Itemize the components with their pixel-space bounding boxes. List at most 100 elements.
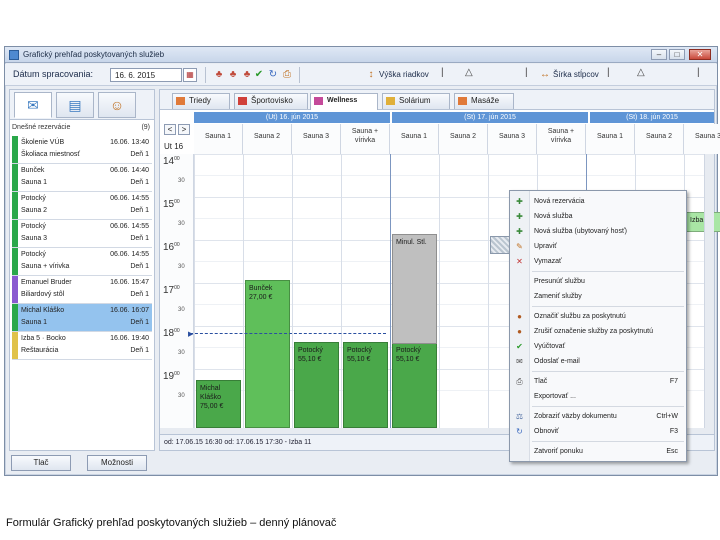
column-line (341, 154, 342, 432)
tab-4[interactable]: Solárium (382, 93, 450, 109)
menu-item-label: Zobraziť väzby dokumentu (534, 413, 617, 420)
reservations-header-label: Dnešné rezervácie (12, 124, 71, 131)
date-input[interactable]: 16. 6. 2015 (110, 68, 182, 82)
row-height-slider-end[interactable]: | (525, 67, 528, 78)
context-menu-item[interactable]: Exportovať ... (510, 390, 686, 404)
vertical-scrollbar[interactable] (704, 154, 714, 428)
context-menu-item[interactable]: ✚ Nová služba (ubytovaný hosť) (510, 225, 686, 239)
row-height-icon: ↕ (368, 69, 374, 80)
context-menu-item[interactable]: ↻ Obnoviť F3 (510, 425, 686, 439)
hour-minutes: 00 (174, 242, 180, 248)
minimize-button[interactable]: – (651, 49, 667, 60)
row-height-slider-start[interactable]: | (441, 67, 444, 78)
left-panel-tabs: ✉ ▤ ☺ (10, 90, 154, 120)
close-button[interactable]: ✕ (689, 49, 711, 60)
booking-block[interactable]: Izba 11 (686, 212, 720, 232)
day-header-2: (St) 17. jún 2015 (392, 112, 588, 123)
refresh-icon[interactable]: ↻ (267, 69, 279, 81)
print-button[interactable]: Tlač (11, 455, 71, 471)
column-header-label: Sauna 2 (253, 133, 281, 140)
column-header-label: Sauna 3 (498, 133, 526, 140)
context-menu: ✚ Nová rezervácia ✚ Nová služba ✚ Nová služba… (509, 190, 687, 462)
col-width-slider-start[interactable]: | (607, 67, 610, 78)
menu-item-label: Upraviť (534, 243, 557, 250)
remove-guest-icon[interactable]: ♣ (241, 69, 253, 81)
hour-minutes: 00 (174, 371, 180, 377)
tab-icon (238, 97, 247, 105)
booking-block[interactable]: Potocký 55,10 € (294, 342, 339, 428)
context-menu-item[interactable]: ✚ Nová rezervácia (510, 195, 686, 209)
reservation-item[interactable]: Potocký 06.06. 14:55 Sauna + vírivka Deň 1 (12, 248, 152, 276)
reservation-item[interactable]: Bunček 06.06. 14:40 Sauna 1 Deň 1 (12, 164, 152, 192)
booking-block[interactable]: Michal Kláško 75,00 € (196, 380, 241, 428)
column-header-label: Sauna + vírivka (351, 128, 379, 144)
menu-item-label: Nová služba (ubytovaný hosť) (534, 228, 627, 235)
reservation-item[interactable]: Izba 5 · Bocko 16.06. 19:40 Reštaurácia Deň… (12, 332, 152, 360)
context-menu-item[interactable]: ⎙ Tlač F7 (510, 375, 686, 389)
booking-block[interactable]: Potocký 55,10 € (392, 342, 437, 428)
menu-item-label: Zrušiť označenie služby za poskytnutú (534, 328, 653, 335)
hour-minutes: 00 (174, 328, 180, 334)
col-width-slider-end[interactable]: | (697, 67, 700, 78)
reservation-item[interactable]: Potocký 06.06. 14:55 Sauna 2 Deň 1 (12, 192, 152, 220)
date-label: Dátum spracovania: (13, 69, 94, 79)
booking-block[interactable]: Minul. Stl. (392, 234, 437, 344)
tab-2[interactable]: Športovisko (234, 93, 308, 109)
reservation-name: Michal Kláško (21, 307, 65, 314)
add-group-icon[interactable]: ♣ (227, 69, 239, 81)
menu-item-icon (514, 392, 525, 402)
maximize-button[interactable]: □ (669, 49, 685, 60)
context-menu-item[interactable]: Zameniť služby (510, 290, 686, 304)
column-header: Sauna + vírivka (341, 124, 390, 154)
reservation-time: 06.06. 14:55 (110, 223, 149, 230)
context-menu-item[interactable]: Presunúť službu (510, 275, 686, 289)
add-guest-icon[interactable]: ♣ (213, 69, 225, 81)
row-height-slider-thumb[interactable]: △ (465, 67, 473, 78)
window-title: Grafický prehľad poskytovaných služieb (23, 50, 165, 59)
reservation-item[interactable]: Školenie VÚB 16.06. 13:40 Školiaca miestno… (12, 136, 152, 164)
prev-day-button[interactable]: < (164, 124, 176, 135)
hour-number: 14 (163, 156, 175, 167)
column-header: Sauna 3 (684, 124, 720, 154)
context-menu-item[interactable]: ✚ Nová služba (510, 210, 686, 224)
options-button[interactable]: Možnosti (87, 455, 147, 471)
menu-item-icon (514, 277, 525, 287)
context-menu-item[interactable]: ✕ Vymazať (510, 255, 686, 269)
menu-item-icon: ↻ (516, 427, 523, 436)
menu-separator (532, 441, 684, 442)
menu-item-icon: ✚ (516, 212, 523, 221)
hour-minutes: 00 (174, 199, 180, 205)
reservations-tab-icon[interactable]: ✉ (14, 92, 52, 118)
column-header: Sauna 2 (439, 124, 488, 154)
col-width-slider-thumb[interactable]: △ (637, 67, 645, 78)
next-day-button[interactable]: > (178, 124, 190, 135)
column-line (488, 154, 489, 432)
tab-1[interactable]: Triedy (172, 93, 230, 109)
tab-3[interactable]: Wellness (310, 93, 378, 110)
reservation-item[interactable]: Potocký 06.06. 14:55 Sauna 3 Deň 1 (12, 220, 152, 248)
calendar-icon[interactable]: ▦ (183, 68, 197, 82)
services-tab-icon[interactable]: ▤ (56, 92, 94, 118)
context-menu-item[interactable]: ✎ Upraviť (510, 240, 686, 254)
reservation-name: Emanuel Bruder (21, 279, 72, 286)
guests-tab-icon[interactable]: ☺ (98, 92, 136, 118)
booking-block[interactable]: Potocký 55,10 € (343, 342, 388, 428)
reservation-item[interactable]: Emanuel Bruder 16.06. 15:47 Biliardový stô… (12, 276, 152, 304)
check-icon[interactable]: ✔ (253, 69, 265, 81)
column-header-label: Sauna 2 (645, 133, 673, 140)
current-time-marker: ▶ (188, 331, 194, 338)
reservation-name: Potocký (21, 195, 46, 202)
context-menu-item[interactable]: ⚖ Zobraziť väzby dokumentu Ctrl+W (510, 410, 686, 424)
context-menu-item[interactable]: ● Zrušiť označenie služby za poskytnutú (510, 325, 686, 339)
tab-5[interactable]: Masáže (454, 93, 514, 109)
tab-label: Triedy (189, 96, 211, 105)
reservations-list: Školenie VÚB 16.06. 13:40 Školiaca miestno… (12, 136, 152, 360)
reservation-item[interactable]: Michal Kláško 16.06. 16:07 Sauna 1 Deň 1 (12, 304, 152, 332)
print-icon[interactable]: ⎙ (281, 69, 293, 81)
menu-item-label: Presunúť službu (534, 278, 585, 285)
context-menu-item[interactable]: ✉ Odoslať e-mail (510, 355, 686, 369)
context-menu-item[interactable]: Zatvoriť ponuku Esc (510, 445, 686, 459)
context-menu-item[interactable]: ● Označiť službu za poskytnutú (510, 310, 686, 324)
booking-block[interactable]: Bunček 27,00 € (245, 280, 290, 428)
context-menu-item[interactable]: ✔ Vyúčtovať (510, 340, 686, 354)
